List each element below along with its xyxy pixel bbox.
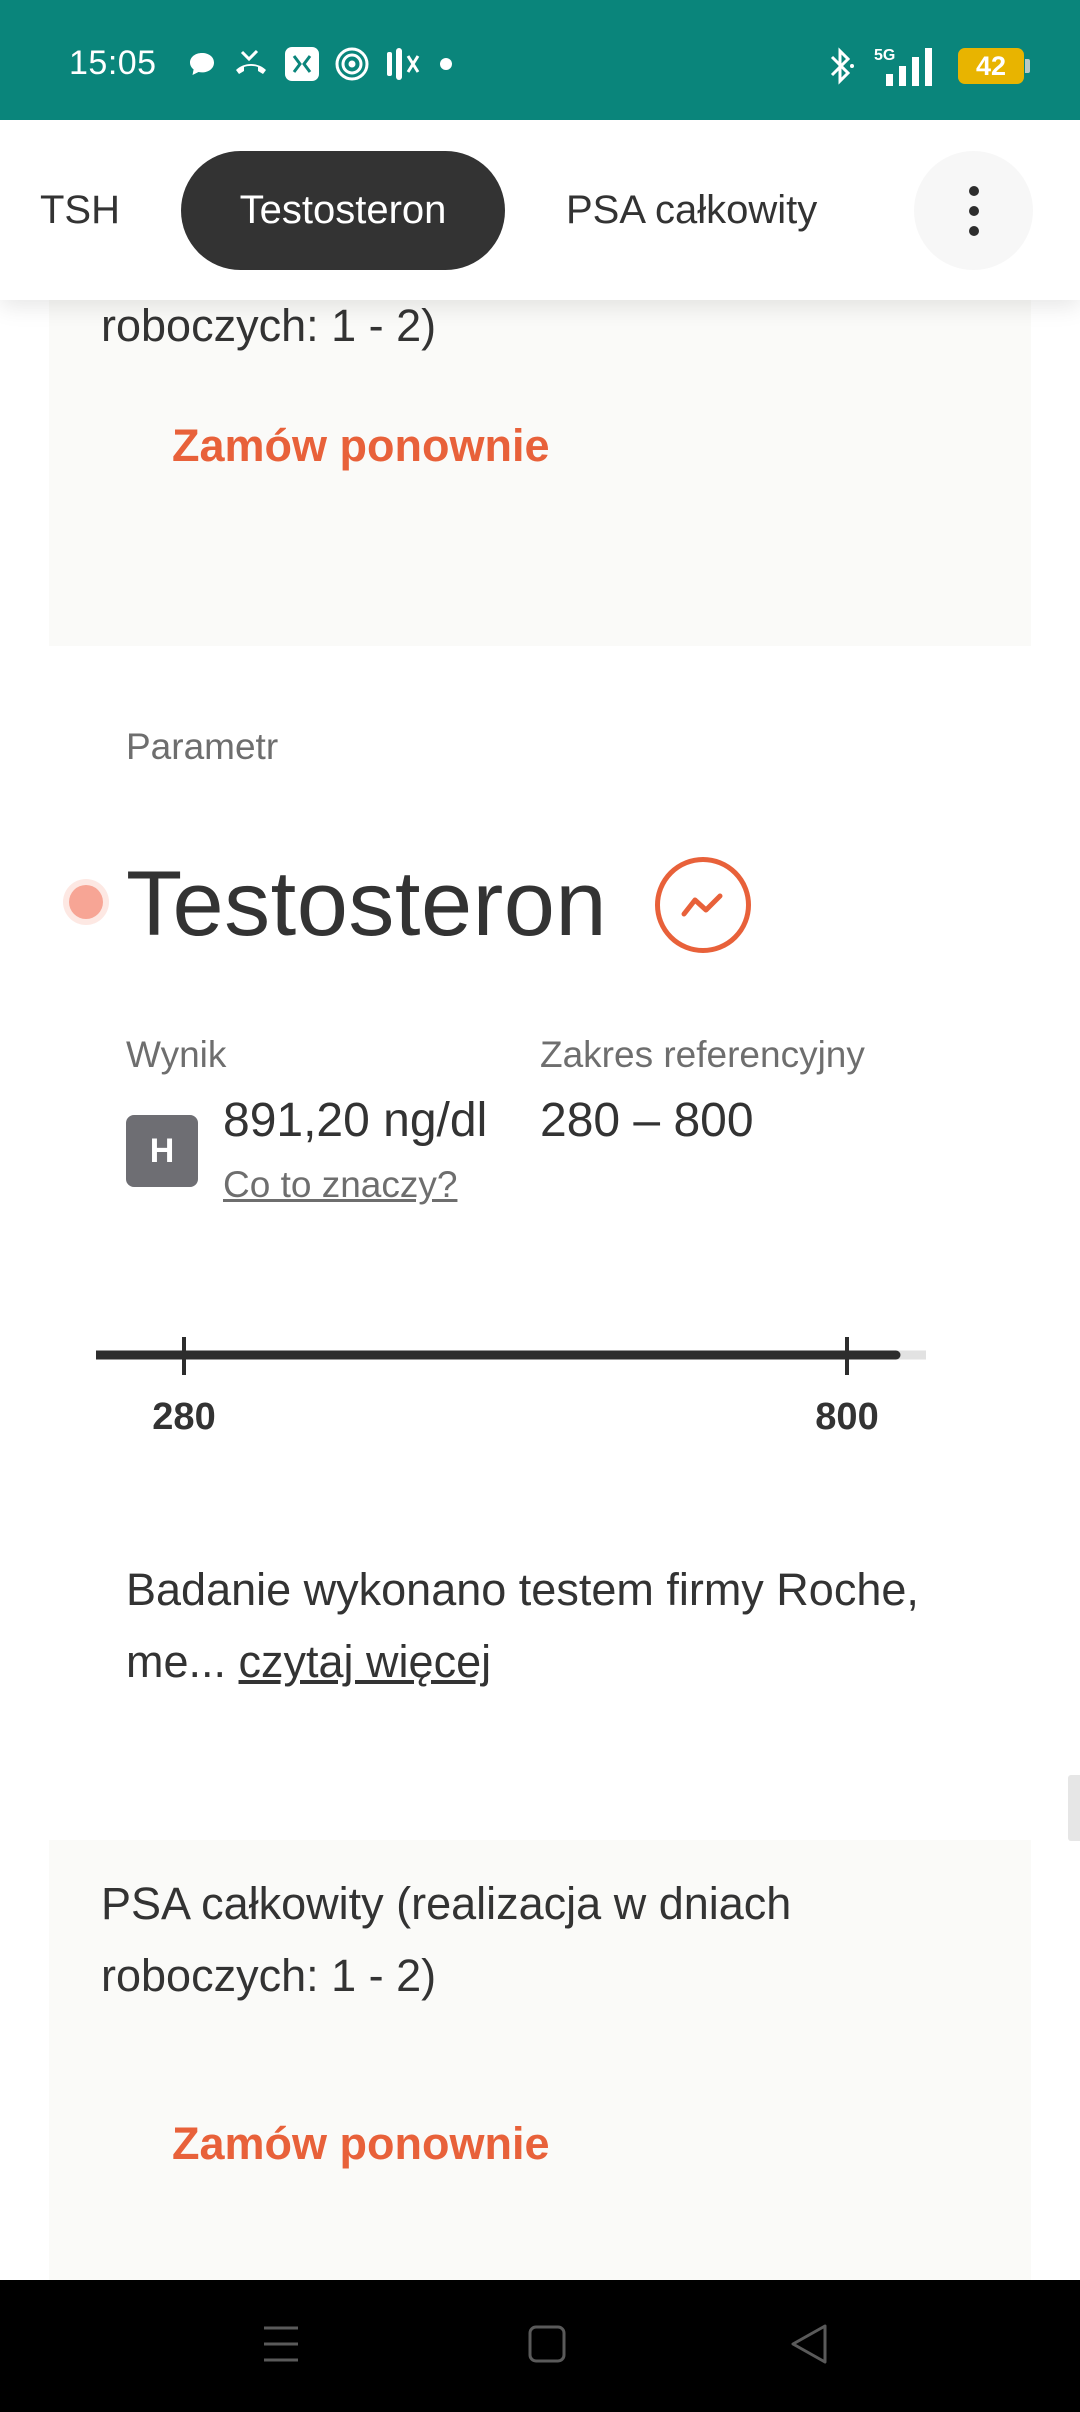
read-more-link[interactable]: czytaj więcej — [239, 1636, 492, 1687]
dot-icon — [440, 58, 452, 70]
sound-icon — [387, 48, 420, 80]
status-dot — [69, 885, 103, 919]
status-right: 5G 42 — [826, 44, 1030, 88]
order-card-top: roboczych: 1 - 2) Zamów ponownie — [49, 280, 1031, 646]
tab-testosteron[interactable]: Testosteron — [181, 151, 505, 270]
order-card-title: roboczych: 1 - 2) — [101, 300, 437, 351]
menu-icon[interactable] — [262, 2322, 300, 2366]
battery-level: 42 — [975, 50, 1007, 81]
chat-bubble-icon — [190, 53, 214, 75]
tab-bar: TSH Testosteron PSA całkowity — [0, 120, 1080, 300]
order-card-bottom: PSA całkowity (realizacja w dniach roboc… — [49, 1840, 1031, 2280]
what-does-it-mean-link[interactable]: Co to znaczy? — [223, 1164, 457, 1206]
reference-range-label: Zakres referencyjny — [540, 1034, 865, 1075]
home-icon[interactable] — [527, 2322, 567, 2366]
trend-chart-button[interactable] — [655, 857, 751, 953]
order-card-title: PSA całkowity (realizacja w dniach roboc… — [101, 1878, 792, 2001]
back-icon[interactable] — [789, 2322, 829, 2366]
missed-call-icon — [236, 49, 266, 74]
reorder-button[interactable]: Zamów ponownie — [172, 420, 550, 472]
range-min-label: 280 — [152, 1396, 216, 1438]
screen: 15:05 5G 42 TSH Testosteron PSA całkowit… — [0, 0, 1080, 2412]
result-value: 891,20 ng/dl — [223, 1094, 488, 1147]
tab-tsh[interactable]: TSH — [40, 151, 120, 270]
parameter-name: Testosteron — [126, 853, 608, 955]
app-icon — [285, 47, 319, 81]
bluetooth-icon — [830, 47, 854, 85]
parameter-section-label: Parametr — [126, 726, 279, 767]
battery-indicator: 42 — [958, 48, 1030, 84]
more-options-button[interactable] — [914, 151, 1033, 270]
navigation-bar — [0, 2280, 1080, 2412]
status-bar: 15:05 5G 42 — [0, 0, 1080, 120]
range-max-label: 800 — [815, 1396, 879, 1438]
reference-range-value: 280 – 800 — [540, 1094, 754, 1147]
more-vertical-icon — [968, 185, 979, 196]
result-label: Wynik — [126, 1034, 227, 1075]
status-time: 15:05 — [69, 44, 157, 82]
high-flag-badge: H — [126, 1115, 198, 1187]
target-icon — [335, 47, 369, 81]
method-description: Badanie wykonano testem firmy Roche, me.… — [126, 1554, 946, 1698]
range-bar — [96, 1335, 926, 1415]
signal-icon: 5G — [874, 47, 932, 86]
network-type: 5G — [874, 47, 895, 64]
trend-chart-icon — [681, 893, 723, 917]
scrollbar-thumb[interactable] — [1068, 1775, 1080, 1841]
tab-psa-calkowity[interactable]: PSA całkowity — [566, 151, 817, 270]
notification-icons — [186, 46, 454, 82]
reorder-button[interactable]: Zamów ponownie — [172, 2118, 550, 2170]
